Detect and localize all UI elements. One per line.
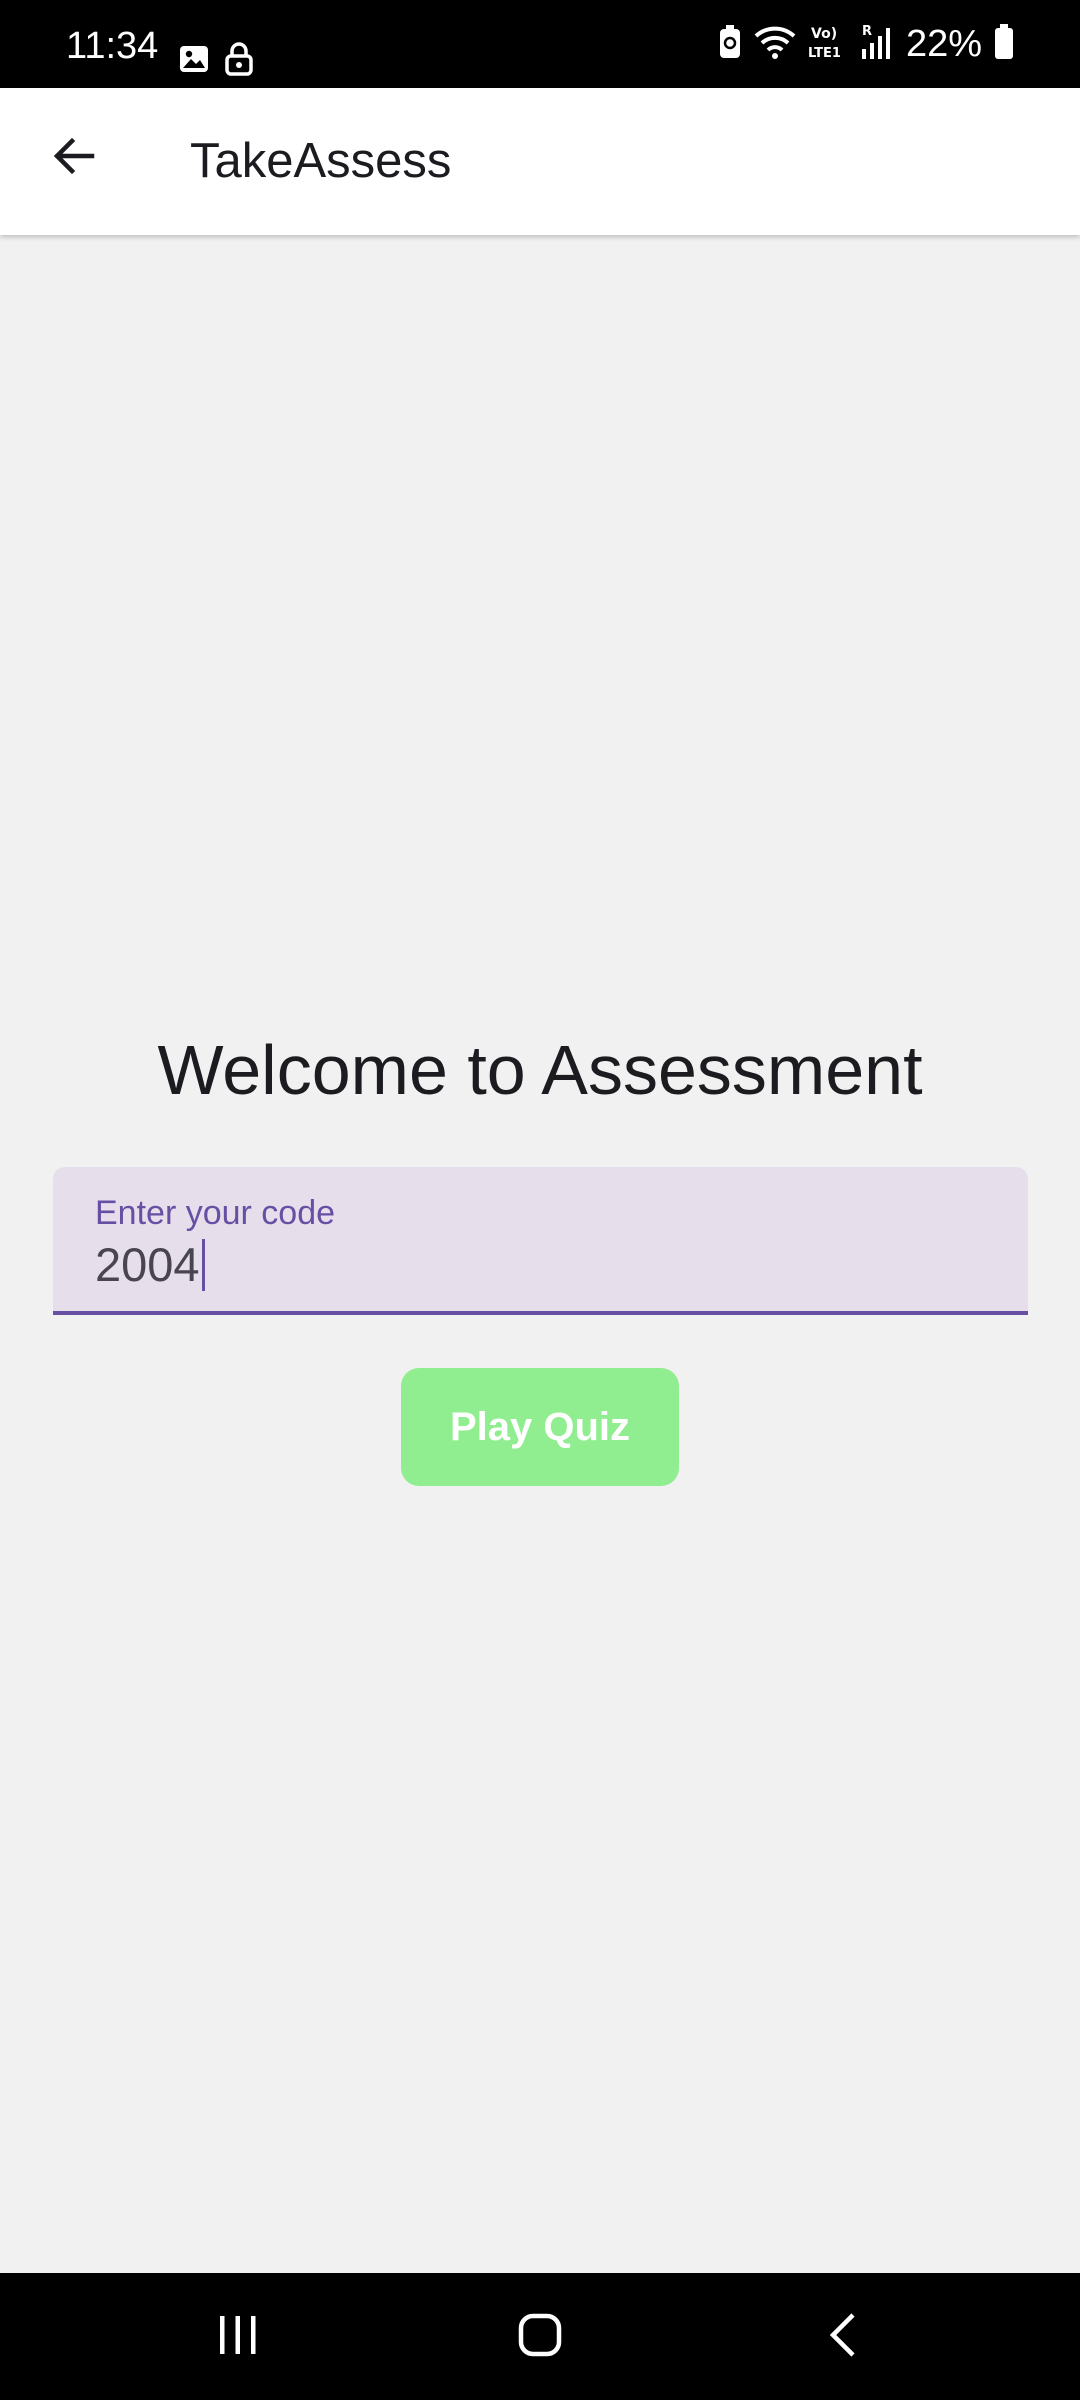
signal-icon: R <box>860 23 894 66</box>
navigation-bar <box>0 2273 1080 2400</box>
svg-text:R: R <box>862 24 872 39</box>
code-input-value-wrap[interactable]: 2004 <box>95 1237 205 1293</box>
code-input-value[interactable]: 2004 <box>95 1237 200 1293</box>
gallery-icon <box>178 43 210 80</box>
code-input[interactable]: Enter your code 2004 <box>53 1167 1028 1315</box>
welcome-heading: Welcome to Assessment <box>157 1031 923 1109</box>
arrow-left-icon <box>50 132 98 185</box>
recents-icon <box>215 2313 261 2362</box>
status-bar: 11:34 Vo) LTE1 R 22% <box>0 0 1080 88</box>
battery-percent: 22% <box>905 23 982 65</box>
text-caret <box>201 1239 205 1291</box>
status-right-icons: Vo) LTE1 R 22% <box>718 23 1014 66</box>
chevron-left-icon <box>825 2311 861 2364</box>
play-quiz-button[interactable]: Play Quiz <box>401 1368 679 1486</box>
nav-back-button[interactable] <box>793 2299 893 2375</box>
battery-icon <box>994 23 1014 65</box>
svg-text:LTE1: LTE1 <box>808 46 841 61</box>
status-left-icons <box>178 42 254 81</box>
home-button[interactable] <box>490 2299 590 2375</box>
wifi-icon <box>754 24 796 65</box>
battery-saver-icon <box>718 24 742 65</box>
svg-text:Vo): Vo) <box>811 26 837 42</box>
back-button[interactable] <box>38 122 110 194</box>
status-time: 11:34 <box>66 25 159 67</box>
page-title: TakeAssess <box>190 134 452 188</box>
code-input-label: Enter your code <box>95 1194 336 1232</box>
lock-icon <box>224 42 254 81</box>
app-bar: TakeAssess <box>0 88 1080 235</box>
recents-button[interactable] <box>188 2299 288 2375</box>
home-icon <box>517 2312 563 2363</box>
volte-icon: Vo) LTE1 <box>808 23 848 66</box>
